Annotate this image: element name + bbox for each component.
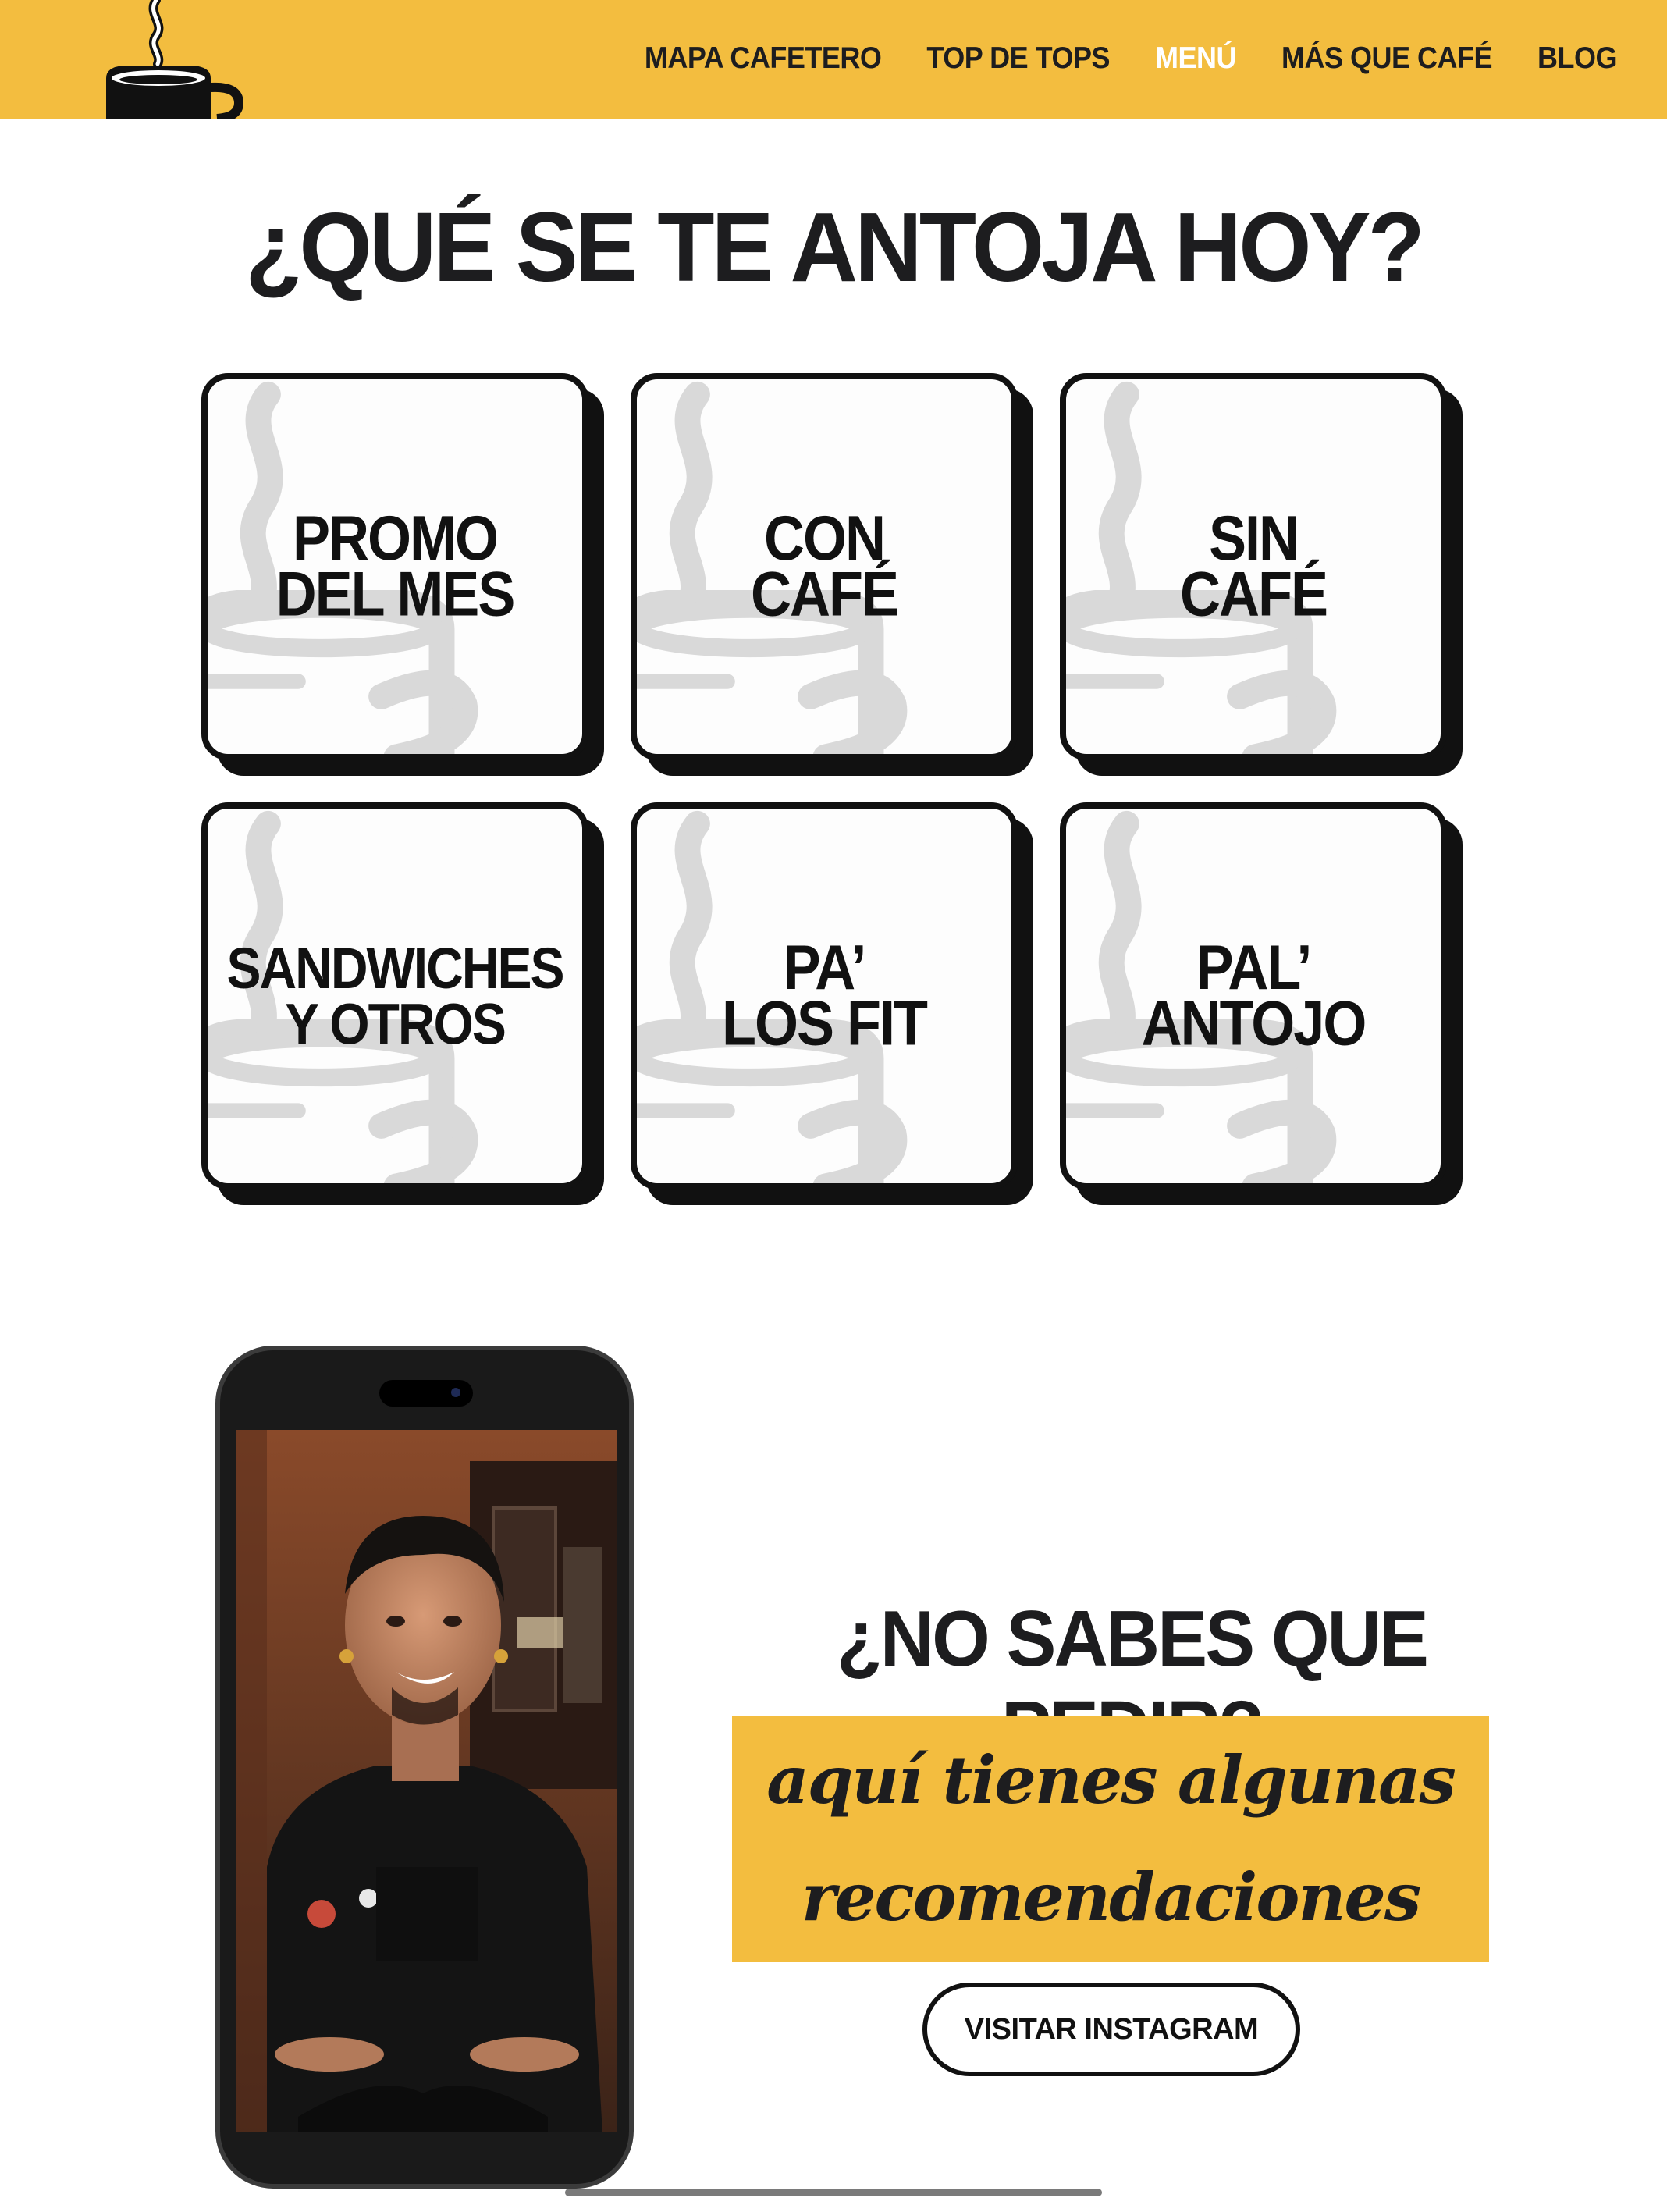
card-pal-antojo[interactable]: PAL’ ANTOJO (1060, 802, 1447, 1190)
barista-video-image (236, 1430, 617, 2132)
card-label: CON CAFÉ (751, 503, 899, 630)
video-frame[interactable] (236, 1430, 617, 2132)
menu-title: ¿QUÉ SE TE ANTOJA HOY? (245, 192, 1425, 303)
card-sin-cafe[interactable]: SIN CAFÉ (1060, 373, 1447, 760)
nav-blog[interactable]: BLOG (1537, 40, 1618, 75)
site-header: MAPA CAFETERO TOP DE TOPS MENÚ MÁS QUE C… (0, 0, 1667, 119)
card-label: PROMO DEL MES (275, 503, 516, 630)
coffee-cup-logo-icon[interactable] (100, 0, 248, 119)
card-label: PAL’ ANTOJO (1141, 933, 1367, 1059)
phone-notch (379, 1380, 473, 1407)
card-con-cafe[interactable]: CON CAFÉ (631, 373, 1018, 760)
nav-top-de-tops[interactable]: TOP DE TOPS (926, 40, 1110, 75)
card-label: SANDWICHES Y OTROS (226, 935, 564, 1057)
nav-mas-que-cafe[interactable]: MÁS QUE CAFÉ (1281, 40, 1493, 75)
nav-mapa-cafetero[interactable]: MAPA CAFETERO (645, 40, 882, 75)
main-nav: MAPA CAFETERO TOP DE TOPS MENÚ MÁS QUE C… (645, 0, 1618, 116)
visit-instagram-button[interactable]: VISITAR INSTAGRAM (922, 1983, 1300, 2076)
card-label: SIN CAFÉ (1180, 503, 1328, 630)
cta-subtitle: aquí tienes algunas recomendaciones (766, 1741, 1456, 1936)
cta-highlight-box: aquí tienes algunas recomendaciones (732, 1716, 1489, 1962)
card-label: PA’ LOS FIT (722, 933, 928, 1059)
menu-grid: PROMO DEL MES CON CAFÉ SIN CAFÉ SANDWICH… (201, 373, 1466, 1208)
card-pa-los-fit[interactable]: PA’ LOS FIT (631, 802, 1018, 1190)
card-sandwiches-y-otros[interactable]: SANDWICHES Y OTROS (201, 802, 588, 1190)
phone-video-preview[interactable] (215, 1346, 634, 2189)
home-indicator[interactable] (565, 2189, 1102, 2196)
camera-icon (451, 1388, 460, 1397)
card-promo-del-mes[interactable]: PROMO DEL MES (201, 373, 588, 760)
nav-menu[interactable]: MENÚ (1155, 40, 1237, 75)
